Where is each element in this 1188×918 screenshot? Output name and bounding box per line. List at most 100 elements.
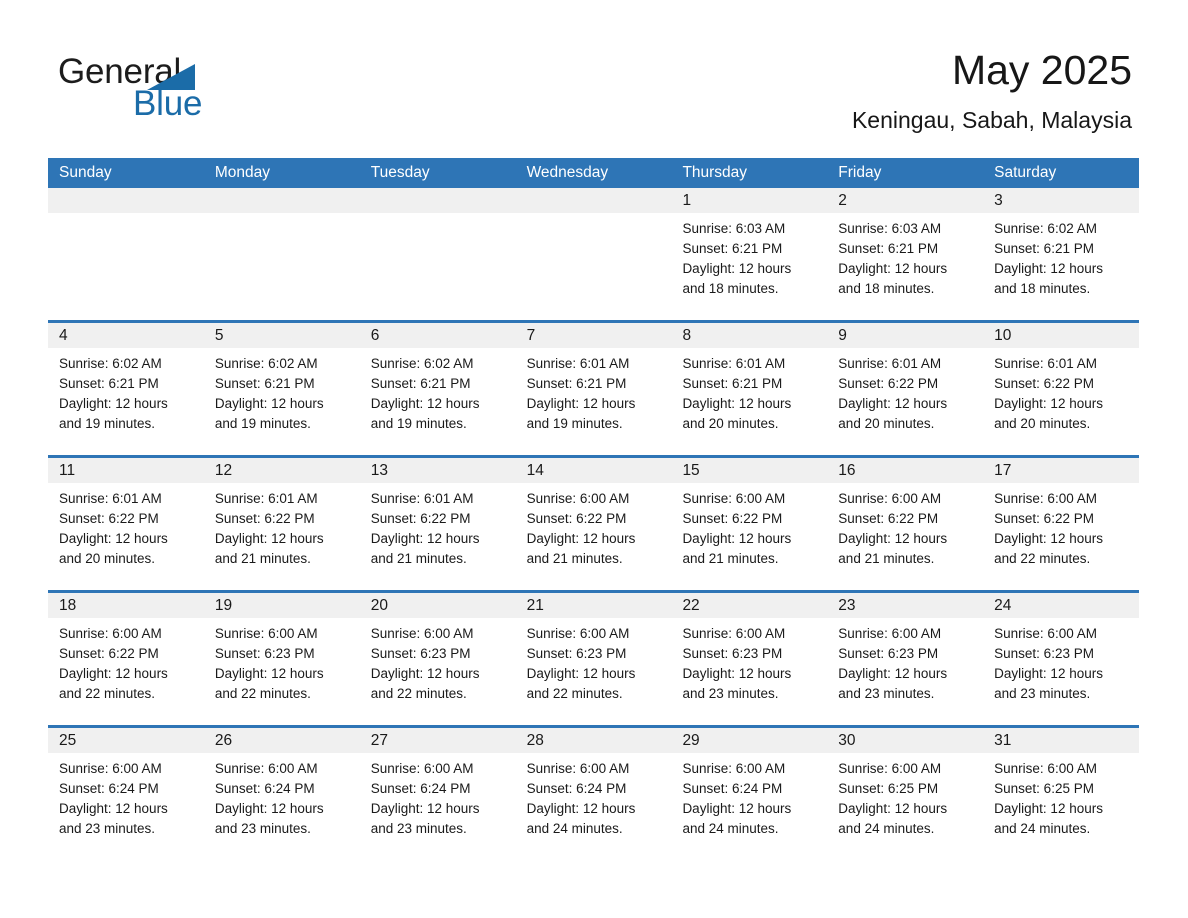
day-cell-8[interactable]: 8 Sunrise: 6:01 AM Sunset: 6:21 PM Daylight…	[671, 323, 828, 455]
day-number: 3	[994, 192, 1003, 209]
day-cell-7[interactable]: 7 Sunrise: 6:01 AM Sunset: 6:21 PM Daylight…	[515, 323, 672, 455]
day-cell-25[interactable]: 25 Sunrise: 6:00 AM Sunset: 6:24 PM Dayligh…	[48, 728, 204, 860]
day-cell-26[interactable]: 26 Sunrise: 6:00 AM Sunset: 6:24 PM Dayligh…	[203, 728, 360, 860]
day-number-band: 18	[48, 593, 204, 618]
day-cell-31[interactable]: 31 Sunrise: 6:00 AM Sunset: 6:25 PM Dayligh…	[983, 728, 1140, 860]
day-number-band: 27	[359, 728, 516, 753]
day-number-band: 11	[48, 458, 204, 483]
day-cell-28[interactable]: 28 Sunrise: 6:00 AM Sunset: 6:24 PM Dayligh…	[515, 728, 672, 860]
daylight-text-line1: Daylight: 12 hours	[526, 666, 636, 681]
daylight-text-line2: and 19 minutes.	[370, 416, 467, 431]
day-cell-16[interactable]: 16 Sunrise: 6:00 AM Sunset: 6:22 PM Dayligh…	[827, 458, 984, 590]
day-number: 22	[682, 597, 700, 614]
day-number-band: 15	[671, 458, 828, 483]
day-number: 7	[526, 327, 536, 344]
day-cell-4[interactable]: 4 Sunrise: 6:02 AM Sunset: 6:21 PM Daylight…	[48, 323, 204, 455]
day-cell-14[interactable]: 14 Sunrise: 6:00 AM Sunset: 6:22 PM Dayligh…	[515, 458, 672, 590]
daylight-text-line2: and 24 minutes.	[838, 821, 935, 836]
daylight-text-line1: Daylight: 12 hours	[370, 801, 480, 816]
day-cell-20[interactable]: 20 Sunrise: 6:00 AM Sunset: 6:23 PM Dayligh…	[359, 593, 516, 725]
day-cell-30[interactable]: 30 Sunrise: 6:00 AM Sunset: 6:25 PM Dayligh…	[827, 728, 984, 860]
day-number: 29	[682, 732, 700, 749]
day-cell-2[interactable]: 2 Sunrise: 6:03 AM Sunset: 6:21 PM Daylight…	[827, 188, 984, 320]
sunrise-text: Sunrise: 6:00 AM	[682, 761, 786, 776]
daylight-text-line2: and 22 minutes.	[526, 686, 623, 701]
day-cell-9[interactable]: 9 Sunrise: 6:01 AM Sunset: 6:22 PM Daylight…	[827, 323, 984, 455]
day-cell-5[interactable]: 5 Sunrise: 6:02 AM Sunset: 6:21 PM Daylight…	[203, 323, 360, 455]
day-cell-empty	[203, 188, 360, 320]
day-cell-21[interactable]: 21 Sunrise: 6:00 AM Sunset: 6:23 PM Dayligh…	[515, 593, 672, 725]
day-number-band: 22	[671, 593, 828, 618]
day-number-band: 10	[983, 323, 1140, 348]
sunset-text: Sunset: 6:21 PM	[682, 241, 783, 256]
day-cell-22[interactable]: 22 Sunrise: 6:00 AM Sunset: 6:23 PM Dayligh…	[671, 593, 828, 725]
day-details: Sunrise: 6:00 AM Sunset: 6:23 PM Daylight:…	[983, 618, 1139, 704]
day-number-band: 25	[48, 728, 204, 753]
daylight-text-line2: and 24 minutes.	[994, 821, 1091, 836]
daylight-text-line2: and 24 minutes.	[682, 821, 779, 836]
day-cell-1[interactable]: 1 Sunrise: 6:03 AM Sunset: 6:21 PM Daylight…	[671, 188, 828, 320]
sunset-text: Sunset: 6:23 PM	[994, 646, 1094, 661]
generalblue-logo[interactable]: General Blue	[58, 52, 358, 132]
day-cell-11[interactable]: 11 Sunrise: 6:01 AM Sunset: 6:22 PM Dayligh…	[48, 458, 204, 590]
day-details: Sunrise: 6:01 AM Sunset: 6:21 PM Daylight:…	[671, 348, 827, 434]
day-number: 21	[526, 597, 544, 614]
calendar-week-row: 11 Sunrise: 6:01 AM Sunset: 6:22 PM Dayligh…	[48, 455, 1140, 590]
day-cell-17[interactable]: 17 Sunrise: 6:00 AM Sunset: 6:22 PM Dayligh…	[983, 458, 1140, 590]
day-cell-29[interactable]: 29 Sunrise: 6:00 AM Sunset: 6:24 PM Dayligh…	[671, 728, 828, 860]
day-details: Sunrise: 6:00 AM Sunset: 6:23 PM Daylight:…	[827, 618, 983, 704]
day-cell-24[interactable]: 24 Sunrise: 6:00 AM Sunset: 6:23 PM Dayligh…	[983, 593, 1140, 725]
day-cell-19[interactable]: 19 Sunrise: 6:00 AM Sunset: 6:23 PM Dayligh…	[203, 593, 360, 725]
day-cell-15[interactable]: 15 Sunrise: 6:00 AM Sunset: 6:22 PM Dayligh…	[671, 458, 828, 590]
day-number: 8	[682, 327, 692, 344]
day-cell-3[interactable]: 3 Sunrise: 6:02 AM Sunset: 6:21 PM Daylight…	[983, 188, 1140, 320]
day-cell-12[interactable]: 12 Sunrise: 6:01 AM Sunset: 6:22 PM Dayligh…	[203, 458, 360, 590]
day-cell-empty	[359, 188, 516, 320]
day-cell-13[interactable]: 13 Sunrise: 6:01 AM Sunset: 6:22 PM Dayligh…	[359, 458, 516, 590]
daylight-text-line2: and 20 minutes.	[838, 416, 935, 431]
day-details: Sunrise: 6:02 AM Sunset: 6:21 PM Daylight:…	[360, 348, 516, 434]
daylight-text-line1: Daylight: 12 hours	[994, 396, 1103, 411]
daylight-text-line2: and 19 minutes.	[214, 416, 311, 431]
day-number: 6	[370, 327, 380, 344]
daylight-text-line2: and 22 minutes.	[994, 551, 1091, 566]
logo-text-blue: Blue	[133, 84, 203, 123]
sunset-text: Sunset: 6:22 PM	[994, 511, 1094, 526]
daylight-text-line1: Daylight: 12 hours	[59, 801, 168, 816]
day-number-band: 17	[983, 458, 1140, 483]
daylight-text-line1: Daylight: 12 hours	[838, 531, 948, 546]
day-number-band	[515, 188, 672, 213]
daylight-text-line1: Daylight: 12 hours	[370, 396, 480, 411]
day-details: Sunrise: 6:00 AM Sunset: 6:24 PM Daylight:…	[671, 753, 827, 839]
sunset-text: Sunset: 6:22 PM	[59, 511, 159, 526]
day-number-band: 3	[983, 188, 1140, 213]
daylight-text-line1: Daylight: 12 hours	[838, 261, 948, 276]
day-number-band: 16	[827, 458, 984, 483]
day-details: Sunrise: 6:02 AM Sunset: 6:21 PM Daylight:…	[204, 348, 360, 434]
sunset-text: Sunset: 6:25 PM	[994, 781, 1094, 796]
day-cell-27[interactable]: 27 Sunrise: 6:00 AM Sunset: 6:24 PM Dayligh…	[359, 728, 516, 860]
sunrise-text: Sunrise: 6:00 AM	[994, 761, 1097, 776]
sunset-text: Sunset: 6:24 PM	[370, 781, 471, 796]
day-cell-18[interactable]: 18 Sunrise: 6:00 AM Sunset: 6:22 PM Dayligh…	[48, 593, 204, 725]
daylight-text-line2: and 20 minutes.	[682, 416, 779, 431]
daylight-text-line2: and 18 minutes.	[994, 281, 1091, 296]
sunrise-text: Sunrise: 6:03 AM	[682, 221, 786, 236]
daylight-text-line1: Daylight: 12 hours	[838, 666, 948, 681]
sunrise-text: Sunrise: 6:01 AM	[59, 491, 162, 506]
day-details: Sunrise: 6:00 AM Sunset: 6:24 PM Daylight:…	[48, 753, 204, 839]
day-details: Sunrise: 6:00 AM Sunset: 6:23 PM Daylight:…	[204, 618, 360, 704]
daylight-text-line1: Daylight: 12 hours	[370, 666, 480, 681]
sunrise-text: Sunrise: 6:00 AM	[838, 626, 942, 641]
daylight-text-line1: Daylight: 12 hours	[682, 396, 792, 411]
sunset-text: Sunset: 6:23 PM	[838, 646, 939, 661]
day-number-band: 2	[827, 188, 984, 213]
day-number-band: 1	[671, 188, 828, 213]
weekday-header-wednesday: Wednesday	[526, 164, 609, 181]
day-cell-23[interactable]: 23 Sunrise: 6:00 AM Sunset: 6:23 PM Dayligh…	[827, 593, 984, 725]
day-details: Sunrise: 6:01 AM Sunset: 6:22 PM Daylight:…	[827, 348, 983, 434]
day-cell-10[interactable]: 10 Sunrise: 6:01 AM Sunset: 6:22 PM Dayligh…	[983, 323, 1140, 455]
sunrise-text: Sunrise: 6:01 AM	[370, 491, 474, 506]
day-number: 1	[682, 192, 692, 209]
day-cell-6[interactable]: 6 Sunrise: 6:02 AM Sunset: 6:21 PM Daylight…	[359, 323, 516, 455]
